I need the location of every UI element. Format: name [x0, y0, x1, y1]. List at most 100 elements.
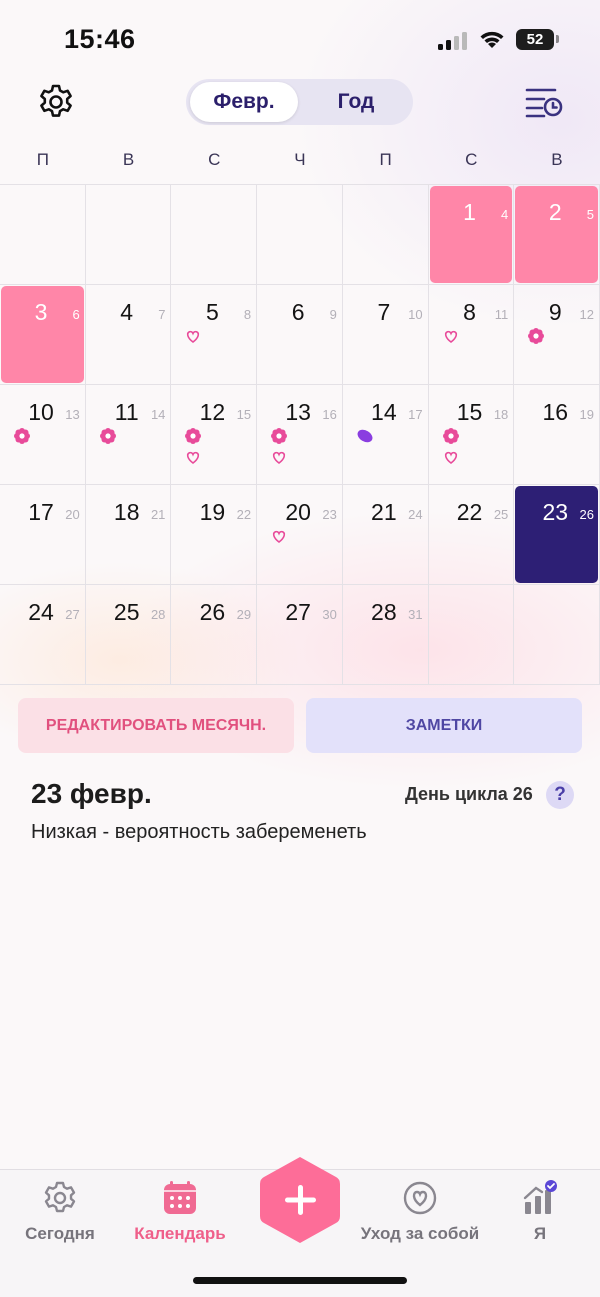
calendar-day[interactable]: 14 17 — [342, 385, 429, 485]
cycle-history-icon[interactable] — [524, 84, 564, 120]
calendar-day-period[interactable]: 14 — [428, 185, 515, 285]
calendar-day[interactable]: 8 11 — [428, 285, 515, 385]
weekday-label: П — [36, 150, 49, 169]
calendar-day[interactable]: 20 23 — [257, 485, 343, 585]
stats-icon — [523, 1180, 557, 1214]
cycle-day-number: 16 — [322, 407, 337, 422]
edit-period-button[interactable]: РЕДАКТИРОВАТЬ МЕСЯЧН. — [18, 698, 294, 753]
weekday-label: В — [551, 150, 563, 169]
calendar-day[interactable]: 7 10 — [342, 285, 429, 385]
empty-cell — [0, 185, 86, 285]
cycle-day-number: 22 — [236, 507, 252, 522]
cycle-day-number: 10 — [408, 307, 423, 322]
nav-label: Сегодня — [25, 1224, 95, 1243]
empty-cell — [171, 185, 258, 285]
status-time: 15:46 — [64, 24, 136, 54]
weekday-header: П В С Ч П С В — [0, 150, 600, 178]
heart-icon — [444, 451, 457, 465]
nav-self-care[interactable]: Уход за собой — [350, 1170, 490, 1250]
flower-icon — [185, 428, 202, 444]
cycle-day-number: 5 — [586, 207, 594, 222]
cycle-day-number: 30 — [322, 607, 337, 622]
calendar-day[interactable]: 69 — [257, 285, 343, 385]
day-number: 5 — [206, 299, 219, 325]
flower-icon — [99, 428, 116, 444]
settings-gear-icon[interactable] — [36, 82, 76, 122]
notes-button[interactable]: ЗАМЕТКИ — [306, 698, 582, 753]
heart-circle-icon — [403, 1181, 437, 1215]
cycle-day-number: 11 — [494, 307, 509, 322]
tab-month[interactable]: Февр. — [190, 82, 298, 122]
help-button[interactable]: ? — [546, 781, 574, 809]
cycle-day-number: 29 — [236, 607, 252, 622]
nav-today[interactable]: Сегодня — [10, 1170, 110, 1250]
calendar-day-period[interactable]: 36 — [0, 285, 86, 385]
add-button[interactable] — [258, 1155, 342, 1245]
cycle-day-number: 28 — [150, 607, 166, 622]
calendar-day[interactable]: 24 27 — [0, 585, 86, 685]
cycle-day-number: 8 — [243, 307, 252, 322]
calendar-day[interactable]: 18 21 — [85, 485, 172, 585]
day-marks — [527, 327, 545, 345]
day-marks — [184, 327, 202, 345]
cycle-day-number: 21 — [150, 507, 166, 522]
heart-icon — [187, 451, 200, 465]
calendar-day[interactable]: 9 12 — [514, 285, 600, 385]
day-number: 2 — [548, 199, 562, 225]
day-marks — [270, 527, 288, 545]
calendar-day[interactable]: 12 15 — [171, 385, 258, 485]
calendar-day[interactable]: 26 29 — [171, 585, 258, 685]
calendar-day-today[interactable]: 23 26 — [514, 485, 600, 585]
calendar-day[interactable]: 21 24 — [342, 485, 429, 585]
calendar-day[interactable]: 17 20 — [0, 485, 86, 585]
cycle-day-number: 14 — [150, 407, 166, 422]
calendar-day[interactable]: 19 22 — [171, 485, 258, 585]
nav-label: Календарь — [134, 1224, 226, 1243]
cycle-day-number: 25 — [493, 507, 509, 522]
calendar-day[interactable]: 58 — [171, 285, 258, 385]
tab-year[interactable]: Год — [304, 82, 408, 122]
flower-icon — [442, 428, 459, 444]
wifi-icon — [480, 31, 504, 48]
signal-icon — [438, 32, 468, 50]
calendar-day[interactable]: 47 — [85, 285, 172, 385]
cycle-day-number: 6 — [72, 307, 80, 322]
calendar-day[interactable]: 25 28 — [85, 585, 172, 685]
flower-icon — [14, 428, 30, 444]
weekday-label: С — [465, 150, 478, 169]
nav-calendar[interactable]: Календарь — [124, 1170, 236, 1250]
cycle-day-number: 7 — [158, 307, 166, 322]
empty-cell — [428, 585, 515, 685]
calendar-day[interactable]: 16 19 — [514, 385, 600, 485]
empty-cell — [257, 185, 343, 285]
cycle-day-number: 12 — [579, 307, 594, 322]
cycle-day-number: 31 — [408, 607, 423, 622]
calendar-day[interactable]: 28 31 — [342, 585, 429, 685]
calendar-day[interactable]: 13 16 — [257, 385, 343, 485]
day-marks — [184, 427, 202, 466]
day-marks — [442, 427, 460, 466]
weekday-label: П — [379, 150, 392, 169]
cycle-day-number: 27 — [65, 607, 80, 622]
cycle-day-number: 26 — [579, 507, 594, 522]
calendar-grid: 1 4 2 5 3 6 4 7 5 8 6 9 7 10 8 11 9 12 10 13 11 14 12 15 13 16 14 1… — [0, 184, 600, 685]
calendar-day[interactable]: 15 18 — [428, 385, 515, 485]
pill-icon — [357, 429, 373, 443]
heart-icon — [444, 330, 457, 344]
calendar-day[interactable]: 22 25 — [428, 485, 515, 585]
selected-date: 23 февр. — [31, 778, 152, 809]
calendar-day[interactable]: 27 30 — [257, 585, 343, 685]
nav-label: Уход за собой — [360, 1224, 480, 1243]
calendar-day-period[interactable]: 25 — [514, 185, 600, 285]
home-indicator — [193, 1277, 407, 1284]
calendar-day[interactable]: 11 14 — [85, 385, 172, 485]
battery-tip — [556, 35, 559, 43]
cycle-day-number: 13 — [65, 407, 80, 422]
nav-me[interactable]: Я — [500, 1170, 580, 1250]
weekday-label: Ч — [294, 150, 306, 169]
day-number: 6 — [291, 299, 305, 325]
calendar-day[interactable]: 10 13 — [0, 385, 86, 485]
heart-icon — [187, 330, 200, 344]
fertility-text: Низкая - вероятность забеременеть — [31, 821, 367, 843]
calendar-icon — [164, 1181, 196, 1214]
